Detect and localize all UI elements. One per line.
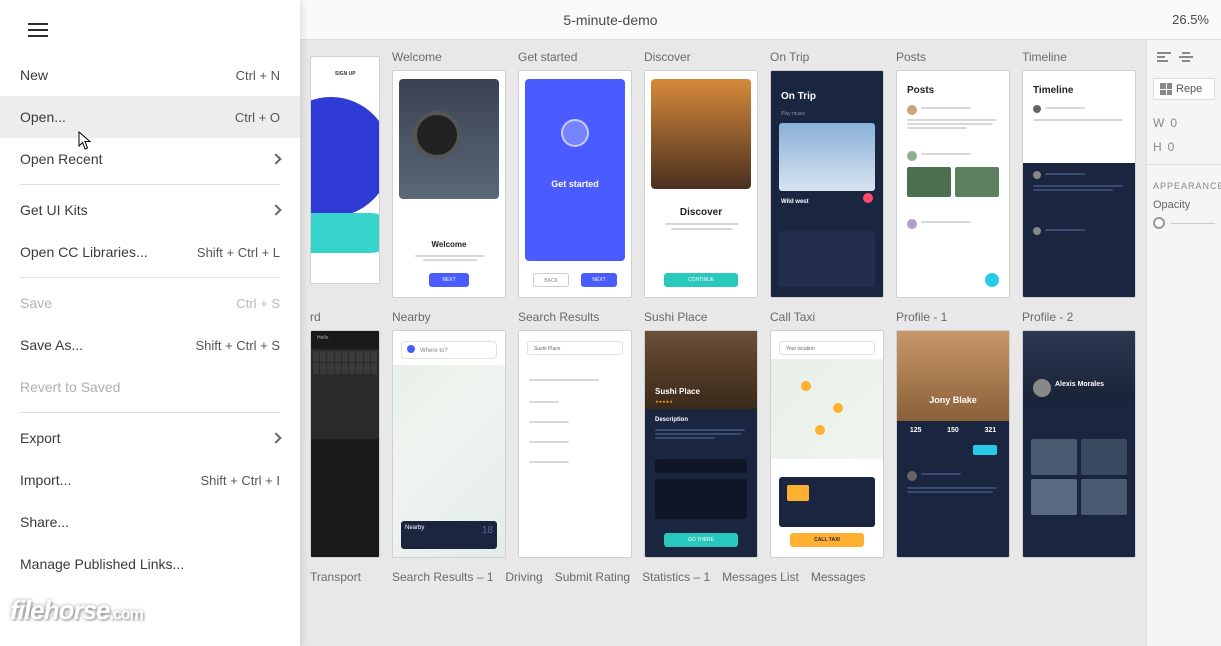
menu-item-revert: Revert to Saved [0, 366, 300, 408]
artboard[interactable]: Call Taxi Your location CALL TAXI [770, 310, 884, 558]
artboard[interactable]: Statistics – 1 [642, 570, 710, 590]
artboard[interactable]: Sushi Place Sushi Place ★★★★★ Descriptio… [644, 310, 758, 558]
artboard[interactable]: SIGN UP [310, 50, 380, 298]
align-middle-icon[interactable] [1179, 50, 1193, 64]
artboard[interactable]: Submit Rating [555, 570, 630, 590]
artboard[interactable]: Timeline Timeline [1022, 50, 1136, 298]
repeat-grid-button[interactable]: Repe [1153, 78, 1215, 100]
opacity-slider[interactable] [1153, 217, 1215, 229]
artboard[interactable]: Messages List [722, 570, 799, 590]
artboard[interactable]: Profile - 1 Jony Blake 125 150 321 [896, 310, 1010, 558]
document-title: 5-minute-demo [563, 12, 657, 28]
menu-item-share[interactable]: Share... [0, 501, 300, 543]
menu-separator [20, 412, 280, 413]
hamburger-menu-button[interactable] [18, 10, 58, 50]
artboard[interactable]: Posts Posts [896, 50, 1010, 298]
menu-item-get-ui-kits[interactable]: Get UI Kits [0, 189, 300, 231]
artboard[interactable]: Profile - 2 Alexis Morales [1022, 310, 1136, 558]
zoom-level[interactable]: 26.5% [1172, 12, 1209, 27]
menu-item-save: Save Ctrl + S [0, 282, 300, 324]
menu-item-save-as[interactable]: Save As... Shift + Ctrl + S [0, 324, 300, 366]
artboard-row: SIGN UP Welcome Welcome NEXT Get started… [300, 50, 1146, 310]
align-top-icon[interactable] [1157, 50, 1171, 64]
artboard[interactable]: Search Results – 1 [392, 570, 493, 590]
watermark: filehorse.com [10, 595, 143, 626]
artboard[interactable]: Driving [505, 570, 542, 590]
artboard[interactable]: Messages [811, 570, 866, 590]
menu-item-export[interactable]: Export [0, 417, 300, 459]
menu-item-new[interactable]: New Ctrl + N [0, 54, 300, 96]
opacity-label: Opacity [1153, 199, 1215, 211]
artboard[interactable]: Discover Discover CONTINUE [644, 50, 758, 298]
width-field[interactable]: W0 [1153, 116, 1215, 130]
menu-item-import[interactable]: Import... Shift + Ctrl + I [0, 459, 300, 501]
artboard[interactable]: Get started Get started BACK NEXT [518, 50, 632, 298]
artboard[interactable]: Nearby Where to? Nearby18 [392, 310, 506, 558]
chevron-right-icon [270, 432, 281, 443]
menu-separator [20, 184, 280, 185]
artboard[interactable]: On Trip On Trip Play music Wild west [770, 50, 884, 298]
artboard[interactable]: Welcome Welcome NEXT [392, 50, 506, 298]
artboard[interactable]: rd Hello [310, 310, 380, 558]
chevron-right-icon [270, 153, 281, 164]
grid-icon [1160, 83, 1172, 95]
file-menu: New Ctrl + N Open... Ctrl + O Open Recen… [0, 0, 300, 646]
artboard-row: Transport Search Results – 1 Driving Sub… [300, 570, 1146, 602]
menu-item-open[interactable]: Open... Ctrl + O [0, 96, 300, 138]
artboard-row: rd Hello Nearby Where to? Nearby18 Searc… [300, 310, 1146, 570]
height-field[interactable]: H0 [1153, 140, 1215, 154]
menu-item-open-cc-libraries[interactable]: Open CC Libraries... Shift + Ctrl + L [0, 231, 300, 273]
menu-item-manage-links[interactable]: Manage Published Links... [0, 543, 300, 585]
menu-item-open-recent[interactable]: Open Recent [0, 138, 300, 180]
menu-separator [20, 277, 280, 278]
appearance-section-label: APPEARANCE [1153, 181, 1215, 191]
artboard[interactable]: Transport [310, 570, 380, 590]
artboard[interactable]: Search Results Sushi Place [518, 310, 632, 558]
property-inspector: Repe W0 H0 APPEARANCE Opacity [1146, 40, 1221, 646]
chevron-right-icon [270, 204, 281, 215]
design-canvas[interactable]: SIGN UP Welcome Welcome NEXT Get started… [300, 40, 1146, 646]
